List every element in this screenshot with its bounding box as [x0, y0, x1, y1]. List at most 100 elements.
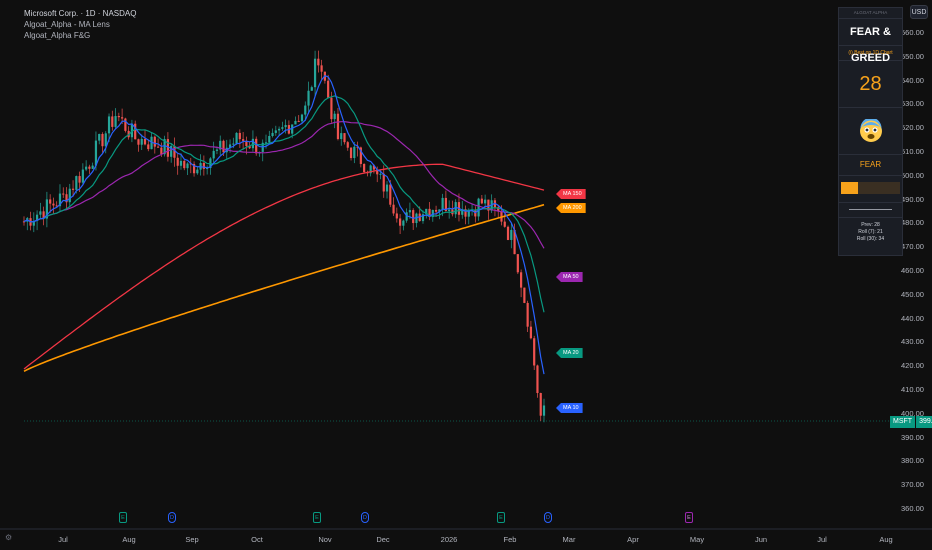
time-tick: May — [689, 535, 705, 544]
candle-body — [399, 218, 402, 226]
last-price-symbol: MSFT — [890, 416, 916, 428]
price-tick: 440.00 — [901, 313, 924, 323]
candle-body — [255, 138, 258, 154]
time-tick: Jul — [58, 535, 68, 544]
candle-body — [536, 365, 539, 394]
price-tick: 380.00 — [901, 456, 924, 466]
price-tick: 450.00 — [901, 289, 924, 299]
candle-body — [412, 210, 415, 224]
last-price-value: 399.35 — [915, 416, 932, 428]
candle-body — [310, 87, 313, 91]
time-tick: Nov — [318, 535, 332, 544]
candle-body — [297, 120, 300, 122]
panel-stats: Prev: 28 Roll (7): 21 Roll (30): 34 — [839, 218, 902, 243]
price-tick: 520.00 — [901, 123, 924, 133]
time-tick: Sep — [185, 535, 199, 544]
candle-body — [477, 198, 480, 217]
candle-body — [98, 133, 101, 141]
candle-body — [320, 65, 323, 72]
currency-button[interactable]: USD — [910, 5, 928, 19]
earnings-marker[interactable]: E — [119, 512, 127, 523]
candle-body — [268, 136, 271, 143]
candle-body — [313, 58, 317, 88]
price-tick: 480.00 — [901, 218, 924, 228]
candle-body — [62, 193, 65, 195]
candle-body — [281, 127, 284, 129]
candle-body — [317, 58, 320, 66]
fear-greed-state: FEAR — [839, 155, 902, 176]
ma10-tag: MA 10 — [556, 403, 583, 413]
dividend-marker[interactable]: D — [544, 512, 552, 523]
candle-body — [186, 163, 189, 169]
candle-body — [104, 133, 107, 147]
candle-body — [143, 138, 147, 145]
indicator-ma-lens[interactable]: Algoat_Alpha - MA Lens — [24, 19, 136, 30]
earnings-marker[interactable]: E — [313, 512, 321, 523]
candle-body — [68, 188, 71, 203]
candle-body — [274, 130, 277, 133]
dividend-marker[interactable]: D — [361, 512, 369, 523]
candle-body — [340, 133, 343, 140]
candle-body — [526, 302, 529, 327]
time-tick: Jun — [754, 535, 768, 544]
candle-body — [336, 113, 340, 140]
candle-body — [183, 160, 186, 169]
candle-body — [85, 166, 88, 170]
price-tick: 550.00 — [901, 51, 924, 61]
candle-body — [242, 139, 245, 141]
candle-body — [277, 128, 281, 131]
candle-body — [385, 184, 389, 192]
candle-body — [510, 229, 513, 240]
time-tick: 2026 — [440, 535, 458, 544]
candle-body — [327, 80, 330, 98]
earnings-marker[interactable]: E — [497, 512, 505, 523]
candle-body — [111, 116, 114, 127]
candle-body — [215, 149, 219, 151]
candle-body — [300, 114, 304, 122]
candle-body — [94, 140, 98, 166]
candle-body — [346, 142, 349, 148]
candle-body — [523, 287, 526, 303]
ma150-tag: MA 150 — [556, 189, 586, 199]
chart-canvas[interactable] — [0, 0, 932, 550]
price-tick: 500.00 — [901, 170, 924, 180]
candle-body — [137, 139, 140, 145]
price-tick: 470.00 — [901, 242, 924, 252]
candle-body — [101, 133, 104, 147]
indicator-fear-greed[interactable]: Algoat_Alpha F&G — [24, 30, 136, 41]
candle-body — [529, 326, 533, 339]
candle-body — [39, 211, 42, 215]
candle-body — [271, 132, 274, 137]
upcoming-earnings-marker[interactable]: E — [685, 512, 693, 523]
candle-body — [71, 188, 75, 190]
time-tick: Apr — [627, 535, 639, 544]
time-tick: Aug — [122, 535, 136, 544]
price-tick: 560.00 — [901, 28, 924, 37]
settings-gear-icon[interactable]: ⚙ — [5, 533, 12, 542]
chart-window: Microsoft Corp. · 1D · NASDAQ Algoat_Alp… — [0, 0, 932, 550]
dividend-marker[interactable]: D — [168, 512, 176, 523]
price-tick: 530.00 — [901, 99, 924, 109]
candle-body — [284, 125, 287, 128]
candle-body — [542, 405, 546, 416]
stat-roll30: Roll (30): 34 — [856, 236, 885, 242]
ma20-tag: MA 20 — [556, 348, 583, 358]
stat-prev: Prev: 28 — [861, 222, 880, 228]
candle-body — [49, 199, 52, 204]
candle-body — [78, 176, 81, 183]
ma200-tag: MA 200 — [556, 203, 586, 213]
chart-legend: Microsoft Corp. · 1D · NASDAQ Algoat_Alp… — [24, 8, 136, 41]
candle-body — [304, 105, 307, 115]
candle-body — [176, 157, 179, 166]
candle-body — [196, 169, 199, 174]
fear-greed-score: 28 — [839, 61, 902, 108]
candle-body — [441, 197, 444, 210]
price-tick: 390.00 — [901, 432, 924, 442]
candle-body — [408, 210, 412, 213]
candle-body — [160, 147, 163, 155]
candle-body — [294, 120, 297, 125]
symbol-title[interactable]: Microsoft Corp. · 1D · NASDAQ — [24, 8, 136, 19]
candle-body — [147, 144, 150, 150]
price-tick: 370.00 — [901, 480, 924, 490]
candle-body — [343, 133, 346, 143]
